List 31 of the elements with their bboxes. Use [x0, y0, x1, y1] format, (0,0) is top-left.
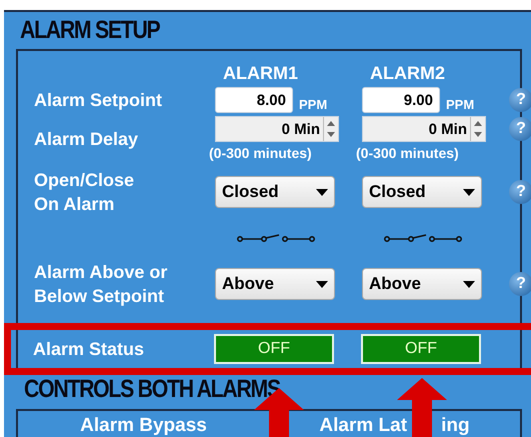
column-header: ing — [441, 415, 470, 436]
caret-icon — [463, 188, 475, 196]
status-indicator: OFF — [214, 334, 334, 364]
range-hint: (0-300 minutes) — [209, 145, 312, 161]
unit-label: PPM — [299, 96, 328, 112]
column-header: Alarm Bypass — [80, 415, 207, 436]
delay-spinner[interactable]: 0 Min — [215, 116, 339, 142]
dropdown[interactable]: Closed — [362, 176, 482, 208]
switch-symbol-icon — [384, 233, 462, 243]
row-label: Alarm Setpoint — [34, 89, 164, 112]
caret-icon — [316, 280, 328, 288]
column-header: ALARM1 — [222, 63, 299, 84]
dropdown[interactable]: Above — [362, 268, 482, 300]
status-indicator: OFF — [361, 334, 481, 364]
row-label: Alarm Status — [33, 338, 146, 361]
caret-icon — [316, 188, 328, 196]
range-hint: (0-300 minutes) — [356, 145, 459, 161]
column-header: Alarm Lat — [319, 415, 408, 436]
delay-spinner[interactable]: 0 Min — [362, 116, 486, 142]
row-label: Alarm Delay — [34, 128, 140, 150]
unit-label: PPM — [446, 96, 474, 112]
column-header: ALARM2 — [369, 63, 446, 84]
switch-symbol-icon — [237, 233, 315, 243]
row-label: Alarm Above or Below Setpoint — [34, 261, 168, 308]
setpoint-field[interactable]: 8.00 — [215, 87, 293, 113]
dropdown[interactable]: Closed — [215, 176, 335, 208]
row-label: Open/Close On Alarm — [34, 169, 136, 216]
section-title: ALARM SETUP — [20, 16, 160, 45]
dropdown[interactable]: Above — [215, 268, 335, 300]
caret-icon — [463, 280, 475, 288]
setpoint-field[interactable]: 9.00 — [362, 87, 440, 113]
